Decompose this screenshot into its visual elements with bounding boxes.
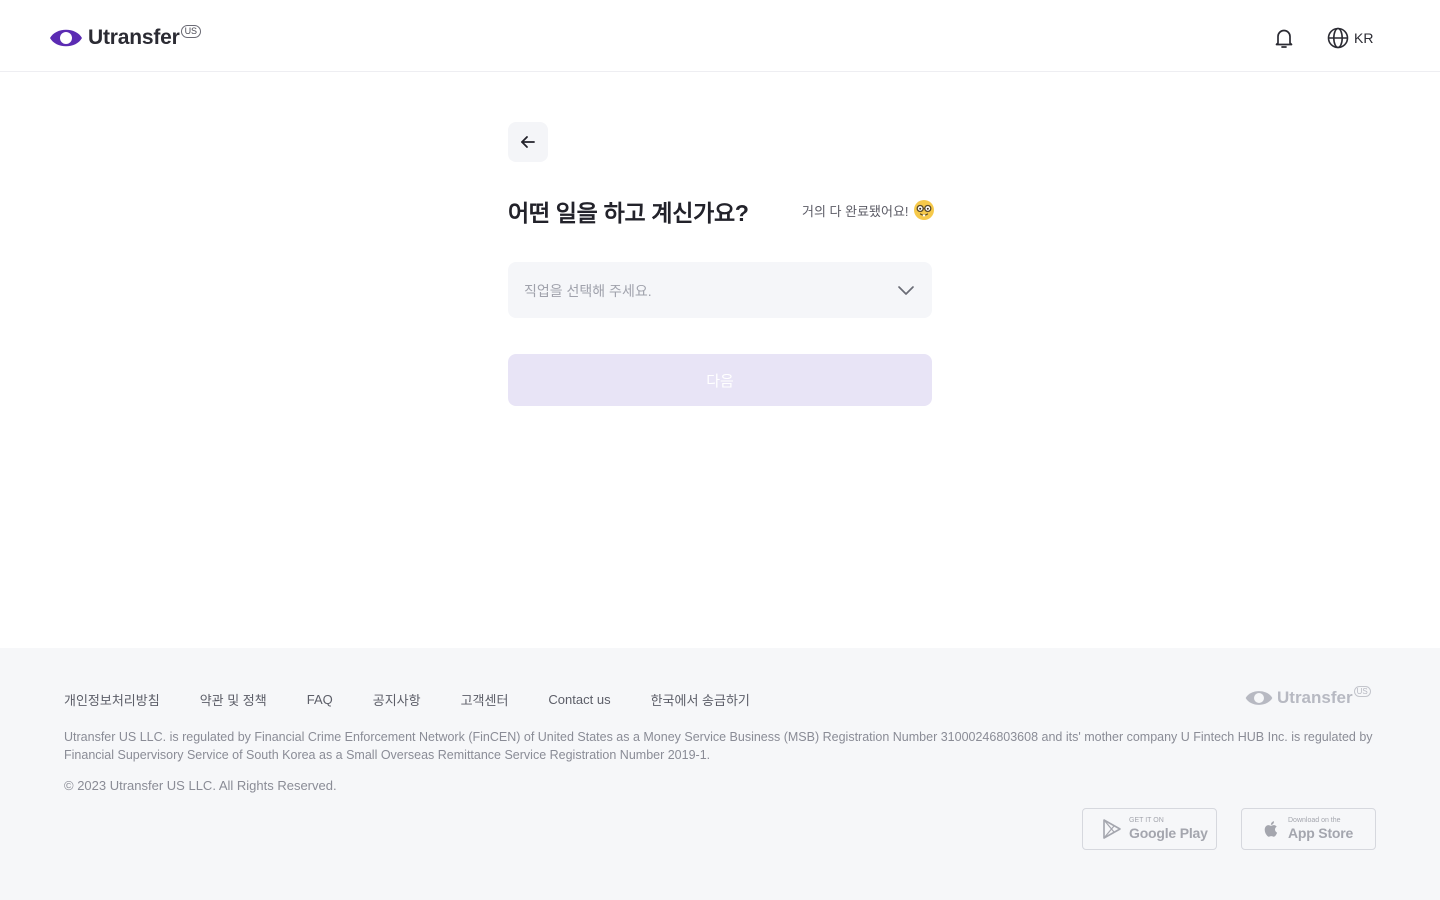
footer-links: 개인정보처리방침 약관 및 정책 FAQ 공지사항 고객센터 Contact u… (64, 690, 790, 709)
footer-link-terms[interactable]: 약관 및 정책 (200, 690, 267, 709)
brand-badge: US (180, 25, 202, 38)
arrow-left-icon (521, 136, 535, 148)
brand-name: Utransfer (88, 26, 180, 49)
footer: 개인정보처리방침 약관 및 정책 FAQ 공지사항 고객센터 Contact u… (0, 648, 1440, 900)
legal-notice: Utransfer US LLC. is regulated by Financ… (64, 730, 1373, 762)
header: Utransfer US KR (0, 0, 1440, 72)
google-play-text: GET IT ON Google Play (1129, 817, 1208, 841)
google-play-button[interactable]: GET IT ON Google Play (1082, 808, 1217, 850)
occupation-select-placeholder: 직업을 선택해 주세요. (524, 283, 652, 299)
utransfer-logo-icon (1245, 691, 1273, 705)
app-store-big: App Store (1288, 825, 1354, 841)
language-label: KR (1354, 30, 1374, 46)
footer-link-customer-center[interactable]: 고객센터 (461, 690, 509, 709)
progress-note: 거의 다 완료됐어요! (802, 198, 935, 222)
footer-link-send-from-korea[interactable]: 한국에서 송금하기 (651, 690, 750, 709)
brand-logo[interactable]: Utransfer US (48, 24, 202, 52)
footer-brand-logo: Utransfer US (1244, 686, 1371, 710)
globe-icon (1327, 27, 1349, 49)
google-play-small: GET IT ON (1129, 817, 1164, 824)
page-title: 어떤 일을 하고 계신가요? (508, 200, 749, 226)
app-store-button[interactable]: Download on the App Store (1241, 808, 1376, 850)
occupation-select[interactable]: 직업을 선택해 주세요. (508, 262, 932, 318)
footer-link-contact-us[interactable]: Contact us (548, 692, 610, 707)
chevron-down-icon (898, 286, 914, 295)
footer-link-notices[interactable]: 공지사항 (373, 690, 421, 709)
back-button[interactable] (508, 122, 548, 162)
language-selector[interactable]: KR (1326, 26, 1373, 50)
google-play-icon (1103, 819, 1121, 839)
app-store-small: Download on the (1288, 817, 1341, 824)
bell-icon[interactable] (1272, 26, 1296, 50)
google-play-big: Google Play (1129, 825, 1208, 841)
app-store-text: Download on the App Store (1288, 817, 1353, 841)
utransfer-logo-icon (50, 29, 82, 47)
footer-link-privacy-policy[interactable]: 개인정보처리방침 (64, 690, 160, 709)
footer-brand-name: Utransfer (1277, 688, 1353, 707)
apple-icon (1264, 821, 1278, 837)
next-button[interactable]: 다음 (508, 354, 932, 406)
footer-link-faq[interactable]: FAQ (307, 692, 333, 707)
footer-brand-badge: US (1353, 686, 1371, 697)
progress-note-text: 거의 다 완료됐어요! (802, 203, 909, 219)
copyright: © 2023 Utransfer US LLC. All Rights Rese… (64, 778, 337, 793)
nerd-face-emoji-icon (913, 200, 934, 220)
